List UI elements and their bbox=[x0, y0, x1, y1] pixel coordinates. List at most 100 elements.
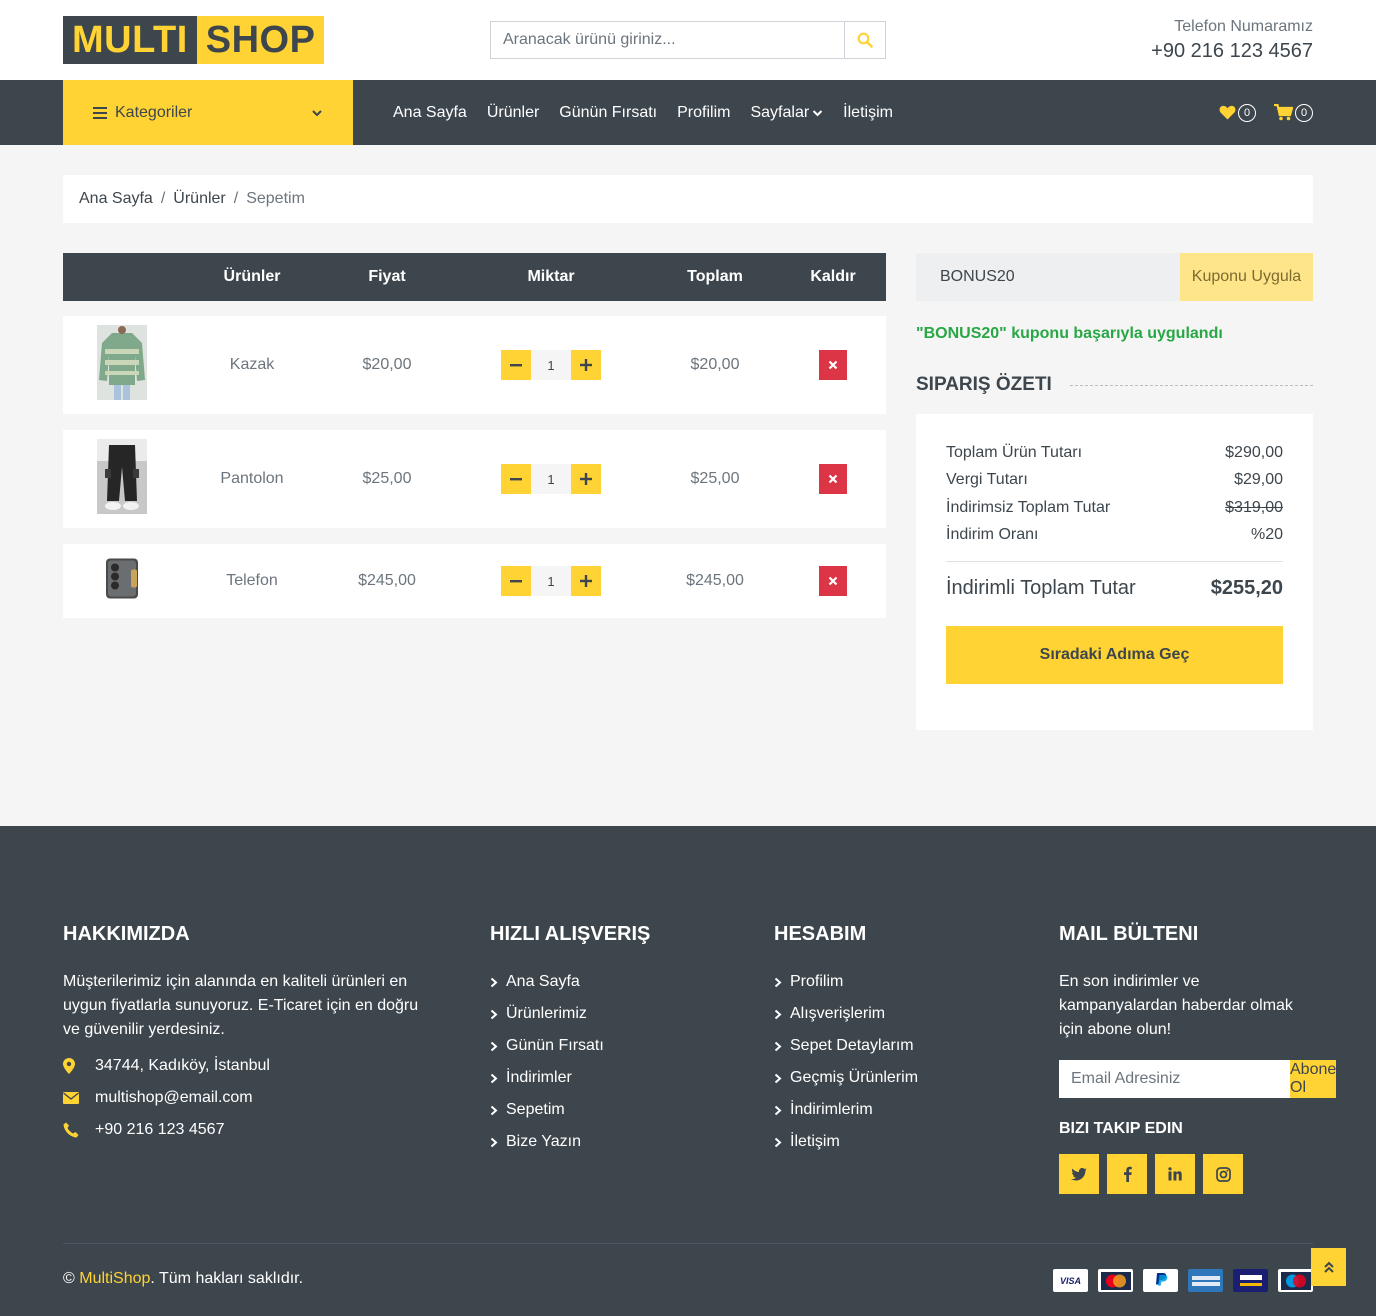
product-price: $20,00 bbox=[362, 356, 412, 373]
coupon-input[interactable] bbox=[916, 253, 1180, 301]
logo[interactable]: MULTI SHOP bbox=[63, 16, 325, 64]
summary-label: İndirimsiz Toplam Tutar bbox=[946, 499, 1111, 516]
footer-link-label: Geçmiş Ürünlerim bbox=[790, 1069, 919, 1086]
footer-link[interactable]: Geçmiş Ürünlerim bbox=[774, 1066, 918, 1090]
footer-email-text[interactable]: multishop@email.com bbox=[95, 1089, 253, 1107]
cart-table-header: Ürünler Fiyat Miktar Toplam Kaldır bbox=[63, 253, 886, 301]
linkedin-icon bbox=[1168, 1167, 1182, 1181]
product-image-phone[interactable] bbox=[105, 558, 139, 605]
breadcrumb-separator: / bbox=[233, 190, 239, 207]
chevron-down-icon bbox=[312, 109, 322, 116]
cart-button[interactable]: 0 bbox=[1274, 103, 1313, 122]
quantity-value[interactable]: 1 bbox=[531, 566, 571, 596]
apply-coupon-button[interactable]: Kuponu Uygula bbox=[1180, 253, 1313, 301]
increase-quantity-button[interactable] bbox=[571, 566, 601, 596]
title-divider bbox=[1069, 384, 1313, 386]
payment-methods: VISA bbox=[1053, 1269, 1313, 1292]
paypal-icon bbox=[1143, 1269, 1178, 1292]
footer-link[interactable]: Sepet Detaylarım bbox=[774, 1034, 918, 1058]
quantity-value[interactable]: 1 bbox=[531, 464, 571, 494]
footer-link[interactable]: Alışverişlerim bbox=[774, 1002, 918, 1026]
logo-part-multi: MULTI bbox=[63, 16, 197, 64]
next-step-button[interactable]: Sıradaki Adıma Geç bbox=[946, 626, 1283, 684]
search-input[interactable] bbox=[491, 22, 844, 58]
nav-link-home[interactable]: Ana Sayfa bbox=[393, 104, 467, 122]
footer-newsletter-title: MAIL BÜLTENI bbox=[1059, 923, 1199, 945]
nav-link-products[interactable]: Ürünler bbox=[487, 104, 539, 122]
nav-link-deal[interactable]: Günün Fırsatı bbox=[559, 104, 657, 122]
summary-line-discount-rate: İndirim Oranı %20 bbox=[946, 526, 1283, 544]
instagram-button[interactable] bbox=[1203, 1154, 1243, 1194]
twitter-button[interactable] bbox=[1059, 1154, 1099, 1194]
footer-link[interactable]: Ürünlerimiz bbox=[490, 1002, 650, 1026]
footer-phone-text[interactable]: +90 216 123 4567 bbox=[95, 1121, 224, 1139]
summary-total-value: $255,20 bbox=[1210, 577, 1283, 599]
summary-line-tax: Vergi Tutarı $29,00 bbox=[946, 471, 1283, 489]
footer-link[interactable]: İndirimler bbox=[490, 1066, 650, 1090]
plus-icon bbox=[580, 359, 592, 371]
product-image-sweater[interactable] bbox=[97, 325, 147, 405]
footer-phone: +90 216 123 4567 bbox=[63, 1118, 423, 1142]
nav-link-pages[interactable]: Sayfalar bbox=[750, 104, 823, 122]
footer-link[interactable]: Günün Fırsatı bbox=[490, 1034, 650, 1058]
footer-divider bbox=[63, 1243, 1313, 1244]
product-image-pants[interactable] bbox=[97, 439, 147, 519]
minus-icon bbox=[510, 364, 522, 367]
increase-quantity-button[interactable] bbox=[571, 464, 601, 494]
breadcrumb-products[interactable]: Ürünler bbox=[173, 190, 225, 208]
product-total: $20,00 bbox=[690, 356, 740, 373]
remove-item-button[interactable] bbox=[819, 464, 847, 494]
copyright: © MultiShop. Tüm hakları saklıdır. bbox=[63, 1270, 303, 1288]
american-express-icon bbox=[1188, 1269, 1223, 1292]
quantity-value[interactable]: 1 bbox=[531, 350, 571, 380]
summary-value: $29,00 bbox=[1234, 471, 1283, 488]
footer-link-label: Alışverişlerim bbox=[790, 1005, 886, 1022]
phone-label: Telefon Numaramız bbox=[1174, 18, 1313, 35]
footer-link[interactable]: Sepetim bbox=[490, 1098, 650, 1122]
footer-link[interactable]: Bize Yazın bbox=[490, 1130, 650, 1154]
top-bar: MULTI SHOP Telefon Numaramız +90 216 123… bbox=[0, 0, 1376, 80]
close-icon bbox=[828, 360, 838, 370]
decrease-quantity-button[interactable] bbox=[501, 566, 531, 596]
footer-link[interactable]: İletişim bbox=[774, 1130, 918, 1154]
product-total: $25,00 bbox=[690, 470, 740, 487]
categories-dropdown[interactable]: Kategoriler bbox=[63, 80, 353, 145]
decrease-quantity-button[interactable] bbox=[501, 464, 531, 494]
chevron-right-icon bbox=[490, 1041, 498, 1051]
summary-total-label: İndirimli Toplam Tutar bbox=[946, 577, 1136, 599]
wishlist-button[interactable]: 0 bbox=[1219, 103, 1256, 122]
nav-link-contact[interactable]: İletişim bbox=[843, 104, 893, 122]
increase-quantity-button[interactable] bbox=[571, 350, 601, 380]
breadcrumb-home[interactable]: Ana Sayfa bbox=[79, 190, 153, 208]
linkedin-button[interactable] bbox=[1155, 1154, 1195, 1194]
remove-item-button[interactable] bbox=[819, 350, 847, 380]
breadcrumb-separator: / bbox=[160, 190, 166, 207]
chevron-right-icon bbox=[774, 1137, 782, 1147]
footer-link[interactable]: Ana Sayfa bbox=[490, 970, 650, 994]
footer-link[interactable]: İndirimlerim bbox=[774, 1098, 918, 1122]
facebook-button[interactable] bbox=[1107, 1154, 1147, 1194]
back-to-top-button[interactable] bbox=[1311, 1248, 1346, 1286]
categories-label: Kategoriler bbox=[115, 103, 193, 121]
remove-item-button[interactable] bbox=[819, 566, 847, 596]
footer-address-text: 34744, Kadıköy, İstanbul bbox=[95, 1057, 270, 1074]
decrease-quantity-button[interactable] bbox=[501, 350, 531, 380]
phone-icon bbox=[63, 1122, 79, 1138]
summary-label: İndirim Oranı bbox=[946, 526, 1039, 543]
newsletter-email-input[interactable] bbox=[1059, 1060, 1290, 1098]
column-header-quantity: Miktar bbox=[527, 268, 575, 285]
footer-newsletter-text: En son indirimler ve kampanyalardan habe… bbox=[1059, 973, 1293, 1038]
footer-link[interactable]: Profilim bbox=[774, 970, 918, 994]
footer-link-label: Ana Sayfa bbox=[506, 973, 580, 990]
footer-about-title: HAKKIMIZDA bbox=[63, 923, 190, 945]
chevron-right-icon bbox=[490, 1137, 498, 1147]
search-button[interactable] bbox=[844, 22, 885, 58]
copyright-brand-link[interactable]: MultiShop bbox=[79, 1270, 150, 1287]
menu-icon bbox=[93, 106, 107, 119]
nav-links: Ana Sayfa Ürünler Günün Fırsatı Profilim… bbox=[393, 80, 893, 145]
subscribe-button[interactable]: Abone Ol bbox=[1290, 1060, 1337, 1098]
column-header-products: Ürünler bbox=[223, 268, 281, 285]
newsletter-form: Abone Ol bbox=[1059, 1060, 1337, 1098]
column-header-price: Fiyat bbox=[368, 268, 406, 285]
nav-link-profile[interactable]: Profilim bbox=[677, 104, 730, 122]
